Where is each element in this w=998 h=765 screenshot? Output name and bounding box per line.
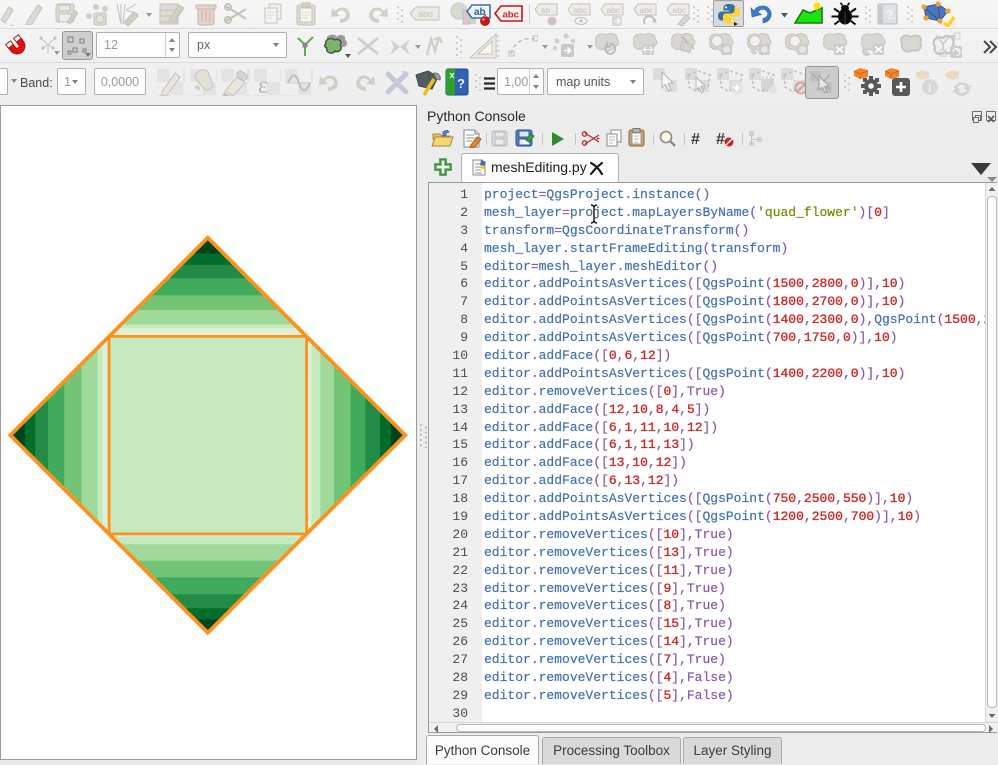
- svg-text:abc: abc: [673, 5, 687, 15]
- svg-text:#: #: [691, 131, 700, 148]
- svg-text:ab: ab: [541, 5, 551, 15]
- svg-text:ε: ε: [258, 73, 268, 96]
- svg-text:abo: abo: [418, 9, 433, 19]
- svg-text:abc: abc: [607, 5, 621, 15]
- svg-text:abc: abc: [503, 10, 519, 21]
- svg-text:abc: abc: [640, 5, 654, 15]
- svg-text:?: ?: [457, 76, 465, 91]
- svg-text:#: #: [716, 131, 725, 148]
- svg-text:?: ?: [886, 8, 893, 22]
- svg-text:abc: abc: [574, 5, 588, 15]
